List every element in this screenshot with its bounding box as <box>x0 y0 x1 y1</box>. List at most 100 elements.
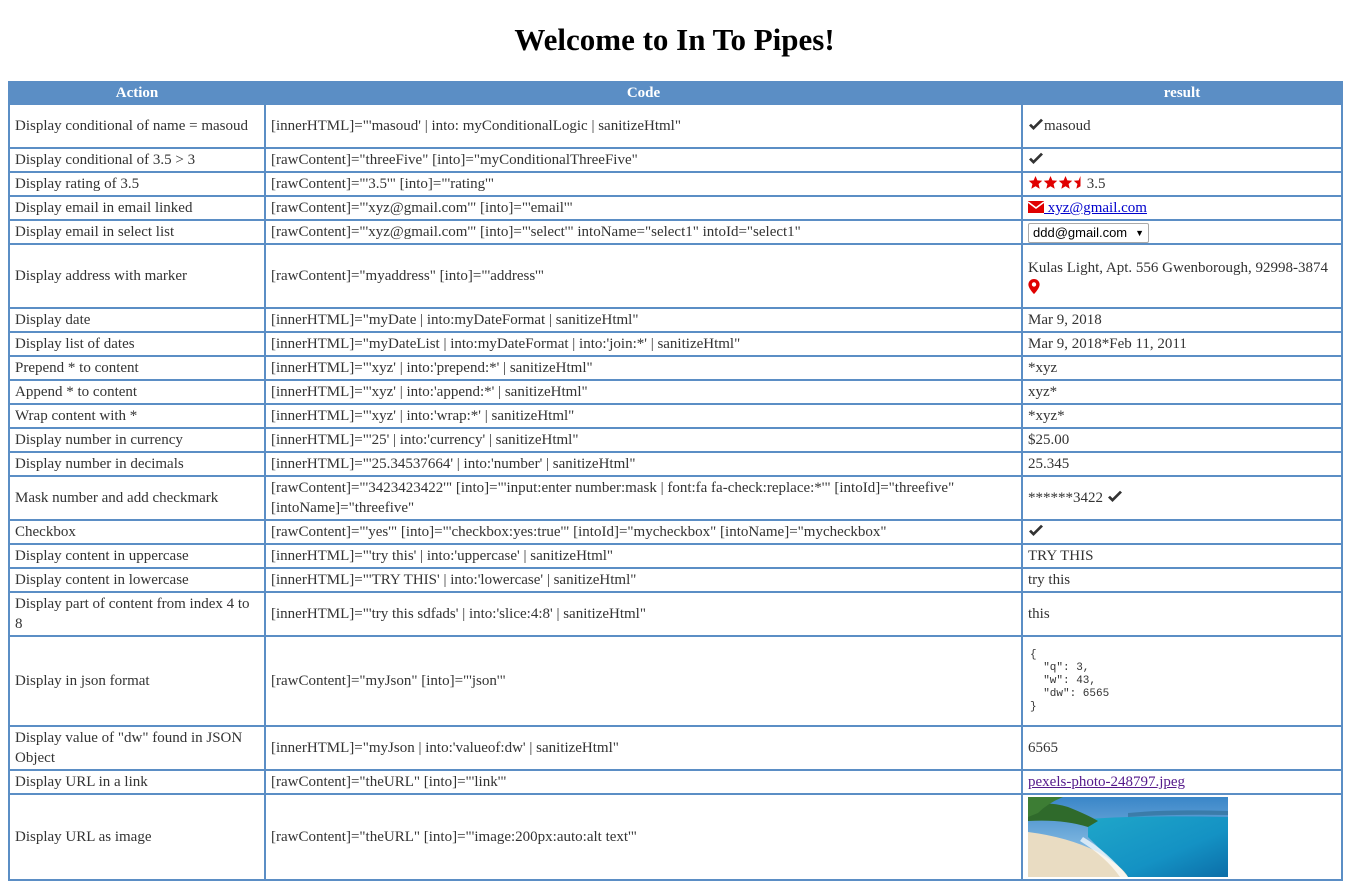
result-text: 3.5 <box>1086 176 1106 192</box>
code-cell: [rawContent]="myaddress" [into]="'addres… <box>264 243 1023 309</box>
table-row: Display list of dates [innerHTML]="myDat… <box>8 331 1343 357</box>
result-text: masoud <box>1044 118 1091 134</box>
table-row: Display in json format [rawContent]="myJ… <box>8 635 1343 727</box>
json-output: { "q": 3, "w": 43, "dw": 6565 } <box>1030 648 1110 713</box>
action-cell: Display in json format <box>8 635 266 727</box>
code-cell: [rawContent]="'3423423422'" [into]="'inp… <box>264 475 1023 521</box>
code-cell: [innerHTML]="myDate | into:myDateFormat … <box>264 307 1023 333</box>
result-cell <box>1021 793 1343 881</box>
column-header-action: Action <box>8 81 266 105</box>
code-cell: [rawContent]="myJson" [into]="'json'" <box>264 635 1023 727</box>
column-header-code: Code <box>264 81 1023 105</box>
email-link[interactable]: xyz@gmail.com <box>1027 200 1147 216</box>
result-cell: 25.345 <box>1021 451 1343 477</box>
table-row: Display content in lowercase [innerHTML]… <box>8 567 1343 593</box>
code-cell: [innerHTML]="'xyz' | into:'append:*' | s… <box>264 379 1023 405</box>
result-cell: { "q": 3, "w": 43, "dw": 6565 } <box>1021 635 1343 727</box>
result-cell: 6565 <box>1021 725 1343 771</box>
table-row: Display date [innerHTML]="myDate | into:… <box>8 307 1343 333</box>
table-row: Display address with marker [rawContent]… <box>8 243 1343 309</box>
action-cell: Display number in currency <box>8 427 266 453</box>
action-cell: Display value of "dw" found in JSON Obje… <box>8 725 266 771</box>
action-cell: Append * to content <box>8 379 266 405</box>
action-cell: Display content in uppercase <box>8 543 266 569</box>
action-cell: Display URL as image <box>8 793 266 881</box>
action-cell: Display address with marker <box>8 243 266 309</box>
email-link-text: xyz@gmail.com <box>1044 200 1147 216</box>
table-row: Display rating of 3.5 [rawContent]="'3.5… <box>8 171 1343 197</box>
rating-stars <box>1028 175 1087 192</box>
code-cell: [rawContent]="'xyz@gmail.com'" [into]="'… <box>264 219 1023 245</box>
star-icon <box>1043 175 1058 189</box>
action-cell: Display number in decimals <box>8 451 266 477</box>
action-cell: Display email in select list <box>8 219 266 245</box>
table-row: Display conditional of 3.5 > 3 [rawConte… <box>8 147 1343 173</box>
page-title: Welcome to In To Pipes! <box>514 22 835 57</box>
code-cell: [rawContent]="threeFive" [into]="myCondi… <box>264 147 1023 173</box>
action-cell: Display content in lowercase <box>8 567 266 593</box>
action-cell: Display list of dates <box>8 331 266 357</box>
result-cell: ddd@gmail.com ▼ <box>1021 219 1343 245</box>
address-text: Kulas Light, Apt. 556 Gwenborough, 92998… <box>1028 260 1328 276</box>
result-cell: xyz* <box>1021 379 1343 405</box>
result-cell: Mar 9, 2018 <box>1021 307 1343 333</box>
result-cell: pexels-photo-248797.jpeg <box>1021 769 1343 795</box>
table-row: Display content in uppercase [innerHTML]… <box>8 543 1343 569</box>
code-cell: [rawContent]="'yes'" [into]="'checkbox:y… <box>264 519 1023 545</box>
email-select[interactable]: ddd@gmail.com ▼ <box>1028 223 1150 243</box>
check-icon <box>1029 118 1043 130</box>
caret-down-icon: ▼ <box>1135 228 1145 238</box>
action-cell: Display part of content from index 4 to … <box>8 591 266 637</box>
table-row: Display email in email linked [rawConten… <box>8 195 1343 221</box>
result-cell: Kulas Light, Apt. 556 Gwenborough, 92998… <box>1021 243 1343 309</box>
table-row: Mask number and add checkmark [rawConten… <box>8 475 1343 521</box>
action-cell: Display date <box>8 307 266 333</box>
code-cell: [innerHTML]="'try this sdfads' | into:'s… <box>264 591 1023 637</box>
code-cell: [rawContent]="'xyz@gmail.com'" [into]="'… <box>264 195 1023 221</box>
checkbox-check-icon[interactable] <box>1028 524 1044 538</box>
result-cell: masoud <box>1021 103 1343 149</box>
code-cell: [innerHTML]="'25.34537664' | into:'numbe… <box>264 451 1023 477</box>
table-row: Display part of content from index 4 to … <box>8 591 1343 637</box>
check-icon <box>1029 152 1043 164</box>
result-cell: ******3422 <box>1021 475 1343 521</box>
table-row: Append * to content [innerHTML]="'xyz' |… <box>8 379 1343 405</box>
star-icon <box>1028 175 1043 189</box>
result-cell: 3.5 <box>1021 171 1343 197</box>
beach-image <box>1028 797 1228 877</box>
table-row: Display number in decimals [innerHTML]="… <box>8 451 1343 477</box>
action-cell: Display URL in a link <box>8 769 266 795</box>
action-cell: Mask number and add checkmark <box>8 475 266 521</box>
result-cell <box>1021 147 1343 173</box>
code-cell: [rawContent]="theURL" [into]="'link'" <box>264 769 1023 795</box>
code-cell: [innerHTML]="'xyz' | into:'prepend:*' | … <box>264 355 1023 381</box>
table-row: Display URL as image [rawContent]="theUR… <box>8 793 1343 881</box>
email-select-value: ddd@gmail.com <box>1033 225 1128 240</box>
code-cell: [innerHTML]="'TRY THIS' | into:'lowercas… <box>264 567 1023 593</box>
pipes-table: Action Code result Display conditional o… <box>8 81 1343 881</box>
check-icon <box>1107 490 1122 502</box>
result-cell: *xyz <box>1021 355 1343 381</box>
result-cell <box>1021 519 1343 545</box>
column-header-result: result <box>1021 81 1343 105</box>
action-cell: Display conditional of name = masoud <box>8 103 266 149</box>
code-cell: [rawContent]="theURL" [into]="'image:200… <box>264 793 1023 881</box>
envelope-icon <box>1027 201 1045 213</box>
action-cell: Display email in email linked <box>8 195 266 221</box>
result-cell: Mar 9, 2018*Feb 11, 2011 <box>1021 331 1343 357</box>
code-cell: [innerHTML]="'try this' | into:'uppercas… <box>264 543 1023 569</box>
code-cell: [innerHTML]="myJson | into:'valueof:dw' … <box>264 725 1023 771</box>
table-row: Display URL in a link [rawContent]="theU… <box>8 769 1343 795</box>
image-url-link[interactable]: pexels-photo-248797.jpeg <box>1028 774 1185 790</box>
table-row: Display email in select list [rawContent… <box>8 219 1343 245</box>
masked-number: ******3422 <box>1028 490 1103 506</box>
table-header-row: Action Code result <box>8 81 1343 105</box>
action-cell: Display conditional of 3.5 > 3 <box>8 147 266 173</box>
table-row: Display conditional of name = masoud [in… <box>8 103 1343 149</box>
table-row: Prepend * to content [innerHTML]="'xyz' … <box>8 355 1343 381</box>
result-cell: *xyz* <box>1021 403 1343 429</box>
map-marker-icon <box>1028 279 1040 294</box>
result-cell: TRY THIS <box>1021 543 1343 569</box>
action-cell: Display rating of 3.5 <box>8 171 266 197</box>
code-cell: [innerHTML]="myDateList | into:myDateFor… <box>264 331 1023 357</box>
